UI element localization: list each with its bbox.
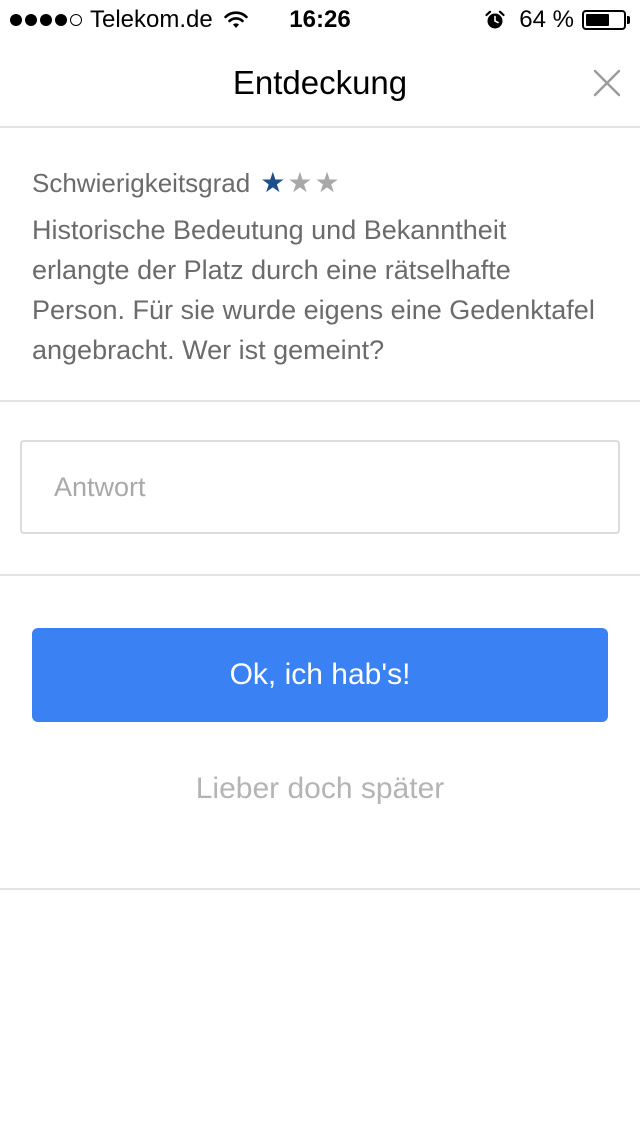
actions-section: Ok, ich hab's! Lieber doch später [0, 576, 640, 890]
answer-section [0, 402, 640, 576]
close-icon[interactable] [592, 68, 622, 98]
status-bar: Telekom.de 16:26 64 % [0, 0, 640, 40]
submit-answer-button[interactable]: Ok, ich hab's! [32, 628, 608, 722]
question-section: Schwierigkeitsgrad ★★★ Historische Bedeu… [0, 128, 640, 402]
star-empty-icon: ★ [314, 167, 342, 198]
battery-cap [627, 16, 630, 24]
battery-percent: 64 % [519, 6, 574, 33]
star-filled-icon: ★ [260, 167, 288, 198]
question-text: Historische Bedeutung und Bekanntheit er… [32, 215, 595, 365]
status-right: 64 % [485, 6, 630, 34]
answer-input[interactable] [20, 440, 620, 534]
later-link[interactable]: Lieber doch später [0, 772, 640, 806]
navigation-bar: Entdeckung [0, 40, 640, 128]
difficulty-label: Schwierigkeitsgrad [32, 168, 251, 198]
battery-fill [586, 14, 610, 26]
star-empty-icon: ★ [287, 167, 315, 198]
page-title: Entdeckung [232, 64, 408, 101]
difficulty-row: Schwierigkeitsgrad ★★★ [32, 164, 608, 202]
difficulty-stars: ★★★ [260, 164, 341, 202]
battery-icon [582, 10, 626, 30]
alarm-icon [485, 10, 505, 29]
